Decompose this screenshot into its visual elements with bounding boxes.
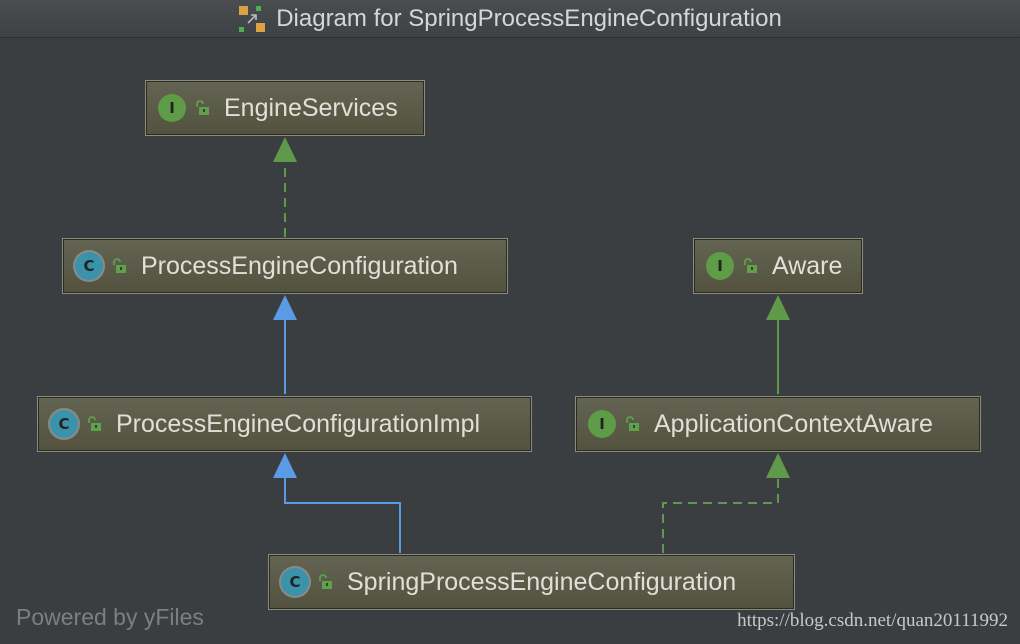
public-access-icon (194, 100, 210, 116)
class-icon: C (50, 410, 78, 438)
node-spring-process-engine-configuration[interactable]: C SpringProcessEngineConfiguration (268, 554, 795, 610)
node-label: ProcessEngineConfiguration (141, 251, 458, 280)
public-access-icon (317, 574, 333, 590)
node-label: Aware (772, 251, 843, 280)
interface-icon: I (158, 94, 186, 122)
node-aware[interactable]: I Aware (693, 238, 863, 294)
node-application-context-aware[interactable]: I ApplicationContextAware (575, 396, 981, 452)
public-access-icon (624, 416, 640, 432)
edge-spec-aca-arrowhead (766, 453, 790, 478)
node-process-engine-configuration-impl[interactable]: C ProcessEngineConfigurationImpl (37, 396, 532, 452)
public-access-icon (86, 416, 102, 432)
class-icon: C (75, 252, 103, 280)
interface-icon: I (706, 252, 734, 280)
node-label: SpringProcessEngineConfiguration (347, 567, 737, 596)
node-process-engine-configuration[interactable]: C ProcessEngineConfiguration (62, 238, 508, 294)
watermark-url: https://blog.csdn.net/quan20111992 (737, 610, 1008, 631)
class-icon: C (281, 568, 309, 596)
edge-spec-extends-peci (284, 476, 401, 553)
public-access-icon (742, 258, 758, 274)
edge-spec-peci-arrowhead (273, 453, 297, 478)
node-label: ProcessEngineConfigurationImpl (116, 409, 481, 438)
interface-icon: I (588, 410, 616, 438)
public-access-icon (111, 258, 127, 274)
edge-pec-engine-services-arrowhead (273, 137, 297, 162)
node-label: ApplicationContextAware (654, 409, 933, 438)
edge-aca-aware-arrowhead (766, 295, 790, 320)
edge-peci-pec-arrowhead (273, 295, 297, 320)
edge-spec-implements-aca (662, 476, 779, 553)
node-engine-services[interactable]: I EngineServices (145, 80, 425, 136)
powered-by-label: Powered by yFiles (16, 604, 204, 630)
node-label: EngineServices (224, 93, 398, 122)
